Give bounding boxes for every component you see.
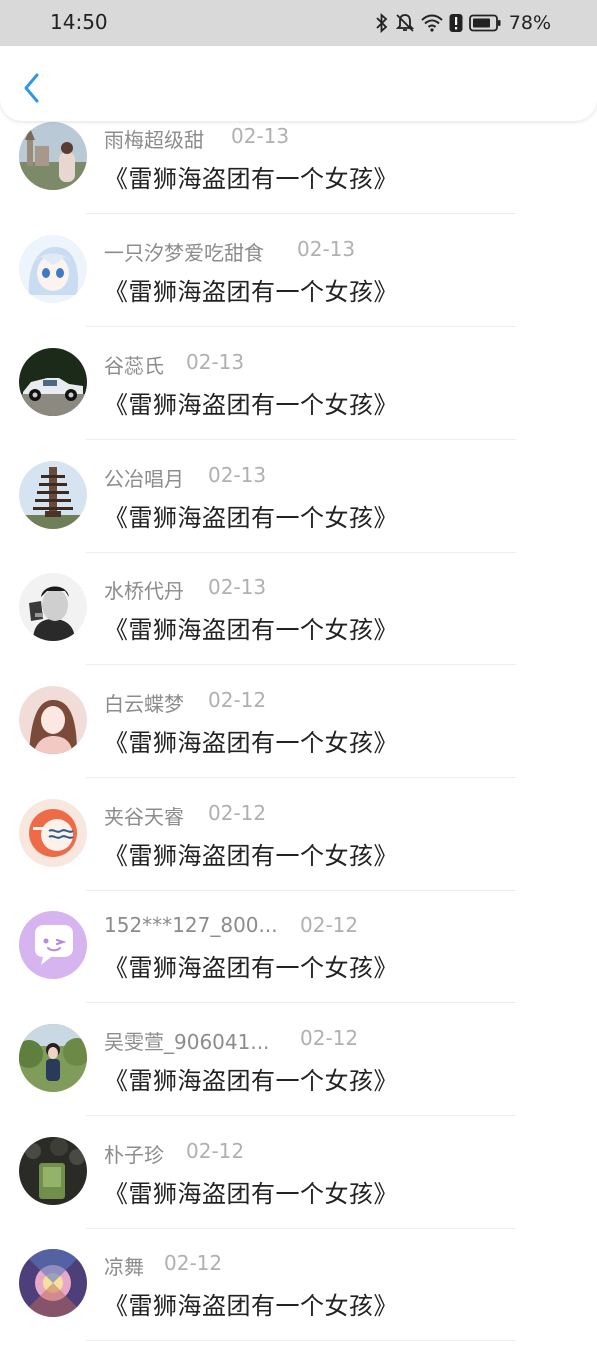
- avatar[interactable]: [19, 799, 87, 867]
- post-date: 02-13: [208, 575, 267, 599]
- post-date: 02-12: [186, 1139, 245, 1163]
- book-title: 《雷狮海盗团有一个女孩》: [104, 842, 398, 870]
- book-title: 《雷狮海盗团有一个女孩》: [104, 1180, 398, 1208]
- post-date: 02-12: [208, 688, 267, 712]
- divider: [86, 213, 516, 214]
- divider: [86, 890, 516, 891]
- book-title: 《雷狮海盗团有一个女孩》: [104, 1067, 398, 1095]
- user-name: 凉舞: [104, 1255, 144, 1279]
- user-name: 公冶唱月: [104, 467, 184, 491]
- list-item[interactable]: 谷蕊氏 02-13 《雷狮海盗团有一个女孩》: [0, 348, 597, 460]
- avatar[interactable]: [19, 1024, 87, 1092]
- status-time: 14:50: [50, 10, 108, 34]
- avatar[interactable]: [19, 122, 87, 190]
- post-date: 02-13: [297, 237, 356, 261]
- avatar[interactable]: [19, 1137, 87, 1205]
- user-name: 一只汐梦爱吃甜食: [104, 241, 264, 265]
- divider: [86, 1115, 516, 1116]
- status-bar: 14:50 78%: [0, 0, 597, 46]
- alert-icon: [449, 13, 463, 33]
- user-name: 夹谷天睿: [104, 805, 184, 829]
- post-date: 02-13: [231, 124, 290, 148]
- divider: [86, 664, 516, 665]
- avatar[interactable]: [19, 573, 87, 641]
- book-title: 《雷狮海盗团有一个女孩》: [104, 954, 398, 982]
- book-title: 《雷狮海盗团有一个女孩》: [104, 391, 398, 419]
- list-item[interactable]: 夹谷天睿 02-12 《雷狮海盗团有一个女孩》: [0, 799, 597, 911]
- avatar[interactable]: [19, 686, 87, 754]
- post-date: 02-12: [300, 1026, 359, 1050]
- wifi-icon: [421, 14, 443, 32]
- battery-icon: [468, 14, 501, 32]
- list-item[interactable]: 一只汐梦爱吃甜食 02-13 《雷狮海盗团有一个女孩》: [0, 235, 597, 347]
- back-button[interactable]: [16, 68, 48, 108]
- book-title: 《雷狮海盗团有一个女孩》: [104, 1292, 398, 1320]
- list-item[interactable]: 吴雯萱_906041... 02-12 《雷狮海盗团有一个女孩》: [0, 1024, 597, 1136]
- list-item[interactable]: 朴子珍 02-12 《雷狮海盗团有一个女孩》: [0, 1137, 597, 1249]
- divider: [86, 1340, 516, 1341]
- chevron-left-icon: [24, 73, 39, 103]
- user-name: 谷蕊氏: [104, 354, 164, 378]
- user-name: 152***127_800...: [104, 913, 278, 937]
- mute-icon: [395, 13, 415, 33]
- post-date: 02-13: [208, 463, 267, 487]
- avatar[interactable]: [19, 911, 87, 979]
- post-date: 02-12: [208, 801, 267, 825]
- user-name: 朴子珍: [104, 1143, 164, 1167]
- divider: [86, 439, 516, 440]
- avatar[interactable]: [19, 235, 87, 303]
- battery-percentage: 78%: [508, 12, 551, 34]
- list-item[interactable]: 水桥代丹 02-13 《雷狮海盗团有一个女孩》: [0, 573, 597, 685]
- book-title: 《雷狮海盗团有一个女孩》: [104, 616, 398, 644]
- top-nav-bar: [0, 46, 597, 121]
- list-item[interactable]: 公冶唱月 02-13 《雷狮海盗团有一个女孩》: [0, 461, 597, 573]
- user-name: 白云蝶梦: [104, 692, 184, 716]
- list-item[interactable]: 152***127_800... 02-12 《雷狮海盗团有一个女孩》: [0, 911, 597, 1023]
- avatar[interactable]: [19, 461, 87, 529]
- user-name: 水桥代丹: [104, 579, 184, 603]
- book-title: 《雷狮海盗团有一个女孩》: [104, 504, 398, 532]
- list-item[interactable]: 凉舞 02-12 《雷狮海盗团有一个女孩》: [0, 1249, 597, 1361]
- divider: [86, 1228, 516, 1229]
- divider: [86, 777, 516, 778]
- status-icons: 78%: [375, 9, 551, 37]
- divider: [86, 552, 516, 553]
- bluetooth-icon: [375, 13, 389, 33]
- book-title: 《雷狮海盗团有一个女孩》: [104, 278, 398, 306]
- divider: [86, 326, 516, 327]
- user-name: 吴雯萱_906041...: [104, 1030, 270, 1054]
- divider: [86, 1002, 516, 1003]
- avatar[interactable]: [19, 348, 87, 416]
- list-item[interactable]: 雨梅超级甜 02-13 《雷狮海盗团有一个女孩》: [0, 122, 597, 234]
- post-date: 02-13: [186, 350, 245, 374]
- avatar[interactable]: [19, 1249, 87, 1317]
- book-title: 《雷狮海盗团有一个女孩》: [104, 729, 398, 757]
- post-date: 02-12: [164, 1251, 223, 1275]
- list-item[interactable]: 白云蝶梦 02-12 《雷狮海盗团有一个女孩》: [0, 686, 597, 798]
- post-date: 02-12: [300, 913, 359, 937]
- user-name: 雨梅超级甜: [104, 128, 204, 152]
- book-title: 《雷狮海盗团有一个女孩》: [104, 165, 398, 193]
